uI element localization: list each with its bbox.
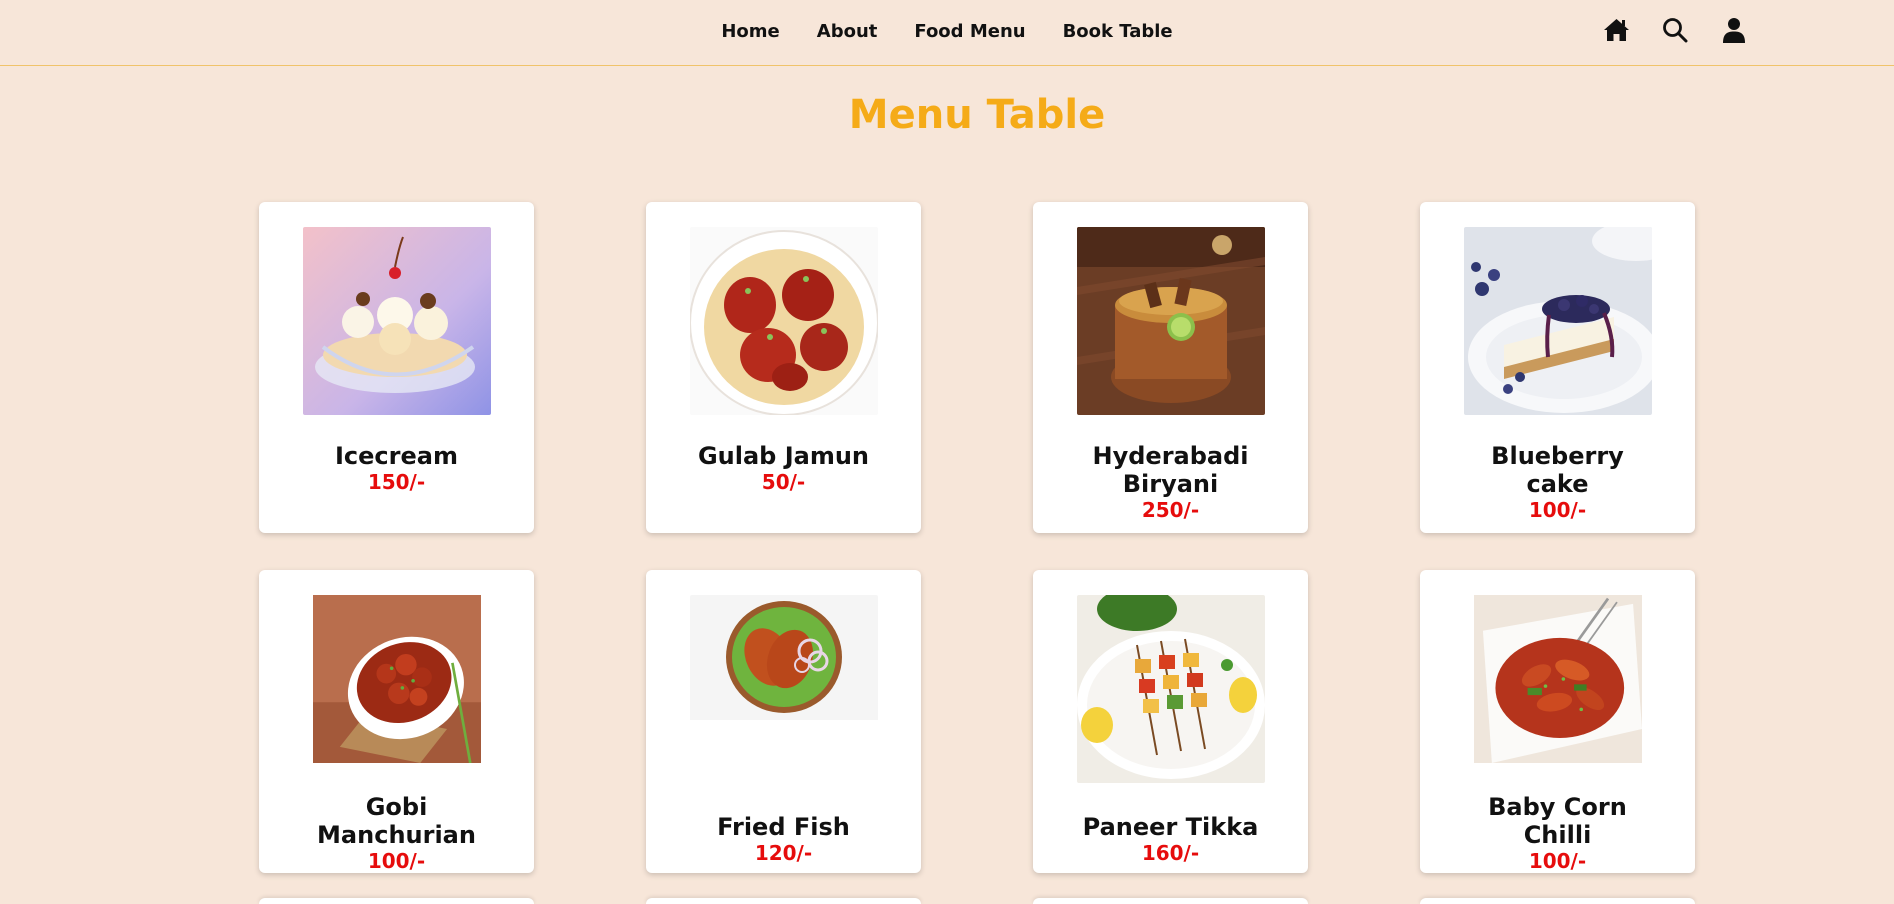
baby-corn-chilli-image [1464,595,1652,763]
card-peek [646,898,921,904]
blueberry-cake-image [1463,227,1652,415]
gobi-manchurian-image [303,595,491,763]
menu-card-baby-corn-chilli[interactable]: Baby Corn Chilli 100/- [1420,570,1695,873]
home-icon[interactable] [1602,16,1630,44]
menu-card-gulab-jamun[interactable]: Gulab Jamun 50/- [646,202,921,533]
menu-item-name: Blueberry cake [1491,442,1624,498]
menu-item-name: Fried Fish [717,813,850,841]
paneer-tikka-image [1076,595,1265,783]
card-peek [259,898,534,904]
menu-card-gobi-manchurian[interactable]: Gobi Manchurian 100/- [259,570,534,873]
menu-card-paneer-tikka[interactable]: Paneer Tikka 160/- [1033,570,1308,873]
menu-card-blueberry-cake[interactable]: Blueberry cake 100/- [1420,202,1695,533]
menu-item-name: Baby Corn Chilli [1488,793,1627,849]
menu-card-hyderabadi-biryani[interactable]: Hyderabadi Biryani 250/- [1033,202,1308,533]
menu-item-name: Paneer Tikka [1082,813,1259,841]
icecream-image [302,227,491,415]
header-icons [1602,16,1748,44]
menu-item-price: 150/- [367,470,426,494]
menu-grid: Icecream 150/- Gulab Jamun 50/- Hyderaba… [259,202,1695,873]
menu-item-price: 100/- [1528,849,1587,873]
menu-item-name: Hyderabadi Biryani [1092,442,1249,498]
menu-item-price: 100/- [367,849,426,873]
menu-item-name: Gobi Manchurian [317,793,476,849]
nav-link-book-table[interactable]: Book Table [1063,21,1173,42]
menu-item-price: 120/- [754,841,813,865]
nav-link-home[interactable]: Home [721,21,779,42]
menu-item-name: Icecream [335,442,458,470]
menu-item-price: 250/- [1141,498,1200,522]
site-header: Home About Food Menu Book Table [0,0,1894,66]
fried-fish-image [689,595,878,783]
menu-item-price: 160/- [1141,841,1200,865]
menu-item-name: Gulab Jamun [697,442,870,470]
nav-link-food-menu[interactable]: Food Menu [914,21,1025,42]
gulab-jamun-image [689,227,878,415]
search-icon[interactable] [1661,16,1689,44]
user-icon[interactable] [1720,16,1748,44]
menu-item-price: 50/- [761,470,806,494]
biryani-image [1076,227,1265,415]
next-row-cards-peek [259,898,1695,904]
menu-card-fried-fish[interactable]: Fried Fish 120/- [646,570,921,873]
page-title: Menu Table [848,92,1106,138]
nav-link-about[interactable]: About [817,21,878,42]
card-peek [1033,898,1308,904]
menu-card-icecream[interactable]: Icecream 150/- [259,202,534,533]
card-peek [1420,898,1695,904]
menu-item-price: 100/- [1528,498,1587,522]
